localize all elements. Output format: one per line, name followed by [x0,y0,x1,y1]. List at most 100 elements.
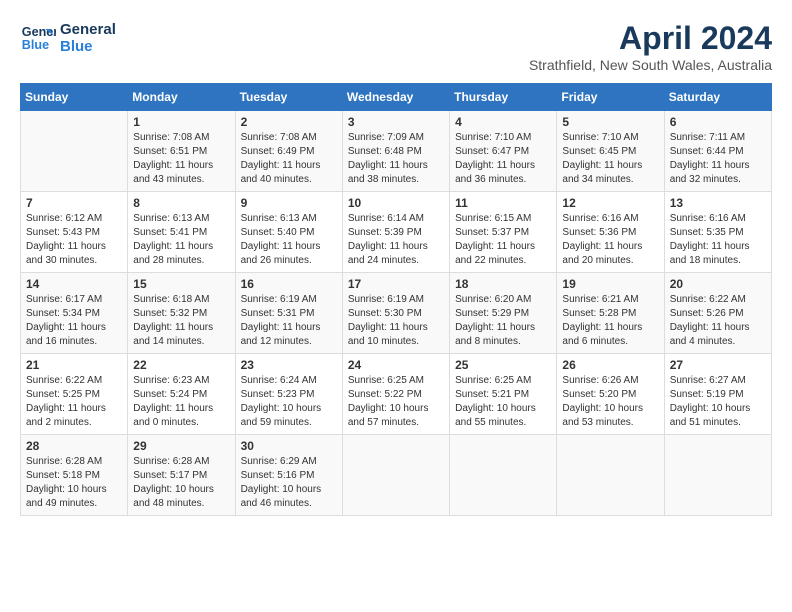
day-number: 25 [455,358,551,372]
day-number: 16 [241,277,337,291]
calendar-header: SundayMondayTuesdayWednesdayThursdayFrid… [21,84,772,111]
day-number: 19 [562,277,658,291]
logo-line2: Blue [60,38,116,55]
day-info: Sunrise: 7:11 AMSunset: 6:44 PMDaylight:… [670,131,766,187]
day-info: Sunrise: 7:09 AMSunset: 6:48 PMDaylight:… [348,131,444,187]
calendar-cell: 20 Sunrise: 6:22 AMSunset: 5:26 PMDayligh… [664,273,771,354]
calendar-cell: 2Sunrise: 7:08 AMSunset: 6:49 PMDaylight… [235,111,342,192]
calendar-cell: 19 Sunrise: 6:21 AMSunset: 5:28 PMDayligh… [557,273,664,354]
calendar-cell [450,435,557,516]
calendar-cell: 1Sunrise: 7:08 AMSunset: 6:51 PMDaylight… [128,111,235,192]
calendar-cell: 30 Sunrise: 6:29 AMSunset: 5:16 PMDayligh… [235,435,342,516]
subtitle: Strathfield, New South Wales, Australia [529,57,772,73]
day-number: 23 [241,358,337,372]
day-info: Sunrise: 7:08 AMSunset: 6:49 PMDaylight:… [241,131,337,187]
calendar-week-1: 1Sunrise: 7:08 AMSunset: 6:51 PMDaylight… [21,111,772,192]
calendar-week-4: 21Sunrise: 6:22 AMSunset: 5:25 PMDayligh… [21,354,772,435]
day-info: Sunrise: 6:28 AMSunset: 5:18 PMDaylight:… [26,455,122,511]
col-header-sunday: Sunday [21,84,128,111]
calendar-cell: 22 Sunrise: 6:23 AMSunset: 5:24 PMDayligh… [128,354,235,435]
col-header-thursday: Thursday [450,84,557,111]
day-number: 15 [133,277,229,291]
day-number: 13 [670,196,766,210]
day-info: Sunrise: 6:16 AMSunset: 5:35 PMDaylight:… [670,212,766,268]
day-number: 29 [133,439,229,453]
day-number: 5 [562,115,658,129]
day-number: 14 [26,277,122,291]
day-info: Sunrise: 6:22 AMSunset: 5:26 PMDaylight:… [670,293,766,349]
calendar-cell: 16 Sunrise: 6:19 AMSunset: 5:31 PMDayligh… [235,273,342,354]
calendar-cell: 13 Sunrise: 6:16 AMSunset: 5:35 PMDayligh… [664,192,771,273]
day-info: Sunrise: 6:29 AMSunset: 5:16 PMDaylight:… [241,455,337,511]
day-number: 17 [348,277,444,291]
col-header-wednesday: Wednesday [342,84,449,111]
day-info: Sunrise: 6:17 AMSunset: 5:34 PMDaylight:… [26,293,122,349]
calendar-week-5: 28 Sunrise: 6:28 AMSunset: 5:18 PMDayligh… [21,435,772,516]
day-info: Sunrise: 7:10 AMSunset: 6:45 PMDaylight:… [562,131,658,187]
day-info: Sunrise: 6:26 AMSunset: 5:20 PMDaylight:… [562,374,658,430]
calendar-cell [342,435,449,516]
day-info: Sunrise: 6:19 AMSunset: 5:30 PMDaylight:… [348,293,444,349]
logo-line1: General [60,21,116,38]
svg-text:Blue: Blue [22,38,49,52]
page-header: General Blue General Blue April 2024 Str… [20,20,772,73]
day-info: Sunrise: 6:20 AMSunset: 5:29 PMDaylight:… [455,293,551,349]
calendar-table: SundayMondayTuesdayWednesdayThursdayFrid… [20,83,772,516]
calendar-cell: 17 Sunrise: 6:19 AMSunset: 5:30 PMDayligh… [342,273,449,354]
calendar-cell [21,111,128,192]
day-info: Sunrise: 6:25 AMSunset: 5:21 PMDaylight:… [455,374,551,430]
calendar-cell: 25 Sunrise: 6:25 AMSunset: 5:21 PMDayligh… [450,354,557,435]
calendar-cell: 4Sunrise: 7:10 AMSunset: 6:47 PMDaylight… [450,111,557,192]
day-info: Sunrise: 7:10 AMSunset: 6:47 PMDaylight:… [455,131,551,187]
day-number: 22 [133,358,229,372]
day-number: 27 [670,358,766,372]
calendar-cell: 12 Sunrise: 6:16 AMSunset: 5:36 PMDayligh… [557,192,664,273]
day-number: 10 [348,196,444,210]
calendar-cell: 7Sunrise: 6:12 AMSunset: 5:43 PMDaylight… [21,192,128,273]
day-number: 1 [133,115,229,129]
day-info: Sunrise: 6:25 AMSunset: 5:22 PMDaylight:… [348,374,444,430]
calendar-cell: 10 Sunrise: 6:14 AMSunset: 5:39 PMDayligh… [342,192,449,273]
day-number: 9 [241,196,337,210]
calendar-week-2: 7Sunrise: 6:12 AMSunset: 5:43 PMDaylight… [21,192,772,273]
day-info: Sunrise: 6:23 AMSunset: 5:24 PMDaylight:… [133,374,229,430]
day-number: 6 [670,115,766,129]
day-info: Sunrise: 6:22 AMSunset: 5:25 PMDaylight:… [26,374,122,430]
day-info: Sunrise: 6:24 AMSunset: 5:23 PMDaylight:… [241,374,337,430]
day-info: Sunrise: 6:27 AMSunset: 5:19 PMDaylight:… [670,374,766,430]
col-header-tuesday: Tuesday [235,84,342,111]
calendar-cell: 29 Sunrise: 6:28 AMSunset: 5:17 PMDayligh… [128,435,235,516]
calendar-cell: 23 Sunrise: 6:24 AMSunset: 5:23 PMDayligh… [235,354,342,435]
month-title: April 2024 [529,20,772,57]
day-number: 26 [562,358,658,372]
calendar-cell [557,435,664,516]
calendar-cell: 26 Sunrise: 6:26 AMSunset: 5:20 PMDayligh… [557,354,664,435]
col-header-friday: Friday [557,84,664,111]
day-number: 28 [26,439,122,453]
title-block: April 2024 Strathfield, New South Wales,… [529,20,772,73]
calendar-cell: 9Sunrise: 6:13 AMSunset: 5:40 PMDaylight… [235,192,342,273]
day-info: Sunrise: 6:28 AMSunset: 5:17 PMDaylight:… [133,455,229,511]
day-info: Sunrise: 6:13 AMSunset: 5:41 PMDaylight:… [133,212,229,268]
day-info: Sunrise: 6:21 AMSunset: 5:28 PMDaylight:… [562,293,658,349]
day-info: Sunrise: 6:14 AMSunset: 5:39 PMDaylight:… [348,212,444,268]
calendar-cell: 15 Sunrise: 6:18 AMSunset: 5:32 PMDayligh… [128,273,235,354]
day-number: 24 [348,358,444,372]
calendar-cell [664,435,771,516]
calendar-cell: 5 Sunrise: 7:10 AMSunset: 6:45 PMDaylight… [557,111,664,192]
day-info: Sunrise: 6:12 AMSunset: 5:43 PMDaylight:… [26,212,122,268]
day-number: 12 [562,196,658,210]
calendar-cell: 21Sunrise: 6:22 AMSunset: 5:25 PMDayligh… [21,354,128,435]
day-info: Sunrise: 6:16 AMSunset: 5:36 PMDaylight:… [562,212,658,268]
day-number: 20 [670,277,766,291]
calendar-cell: 11Sunrise: 6:15 AMSunset: 5:37 PMDayligh… [450,192,557,273]
col-header-monday: Monday [128,84,235,111]
col-header-saturday: Saturday [664,84,771,111]
day-info: Sunrise: 6:19 AMSunset: 5:31 PMDaylight:… [241,293,337,349]
day-info: Sunrise: 6:18 AMSunset: 5:32 PMDaylight:… [133,293,229,349]
calendar-cell: 14 Sunrise: 6:17 AMSunset: 5:34 PMDayligh… [21,273,128,354]
calendar-cell: 28 Sunrise: 6:28 AMSunset: 5:18 PMDayligh… [21,435,128,516]
calendar-cell: 3Sunrise: 7:09 AMSunset: 6:48 PMDaylight… [342,111,449,192]
day-number: 30 [241,439,337,453]
calendar-week-3: 14 Sunrise: 6:17 AMSunset: 5:34 PMDayligh… [21,273,772,354]
